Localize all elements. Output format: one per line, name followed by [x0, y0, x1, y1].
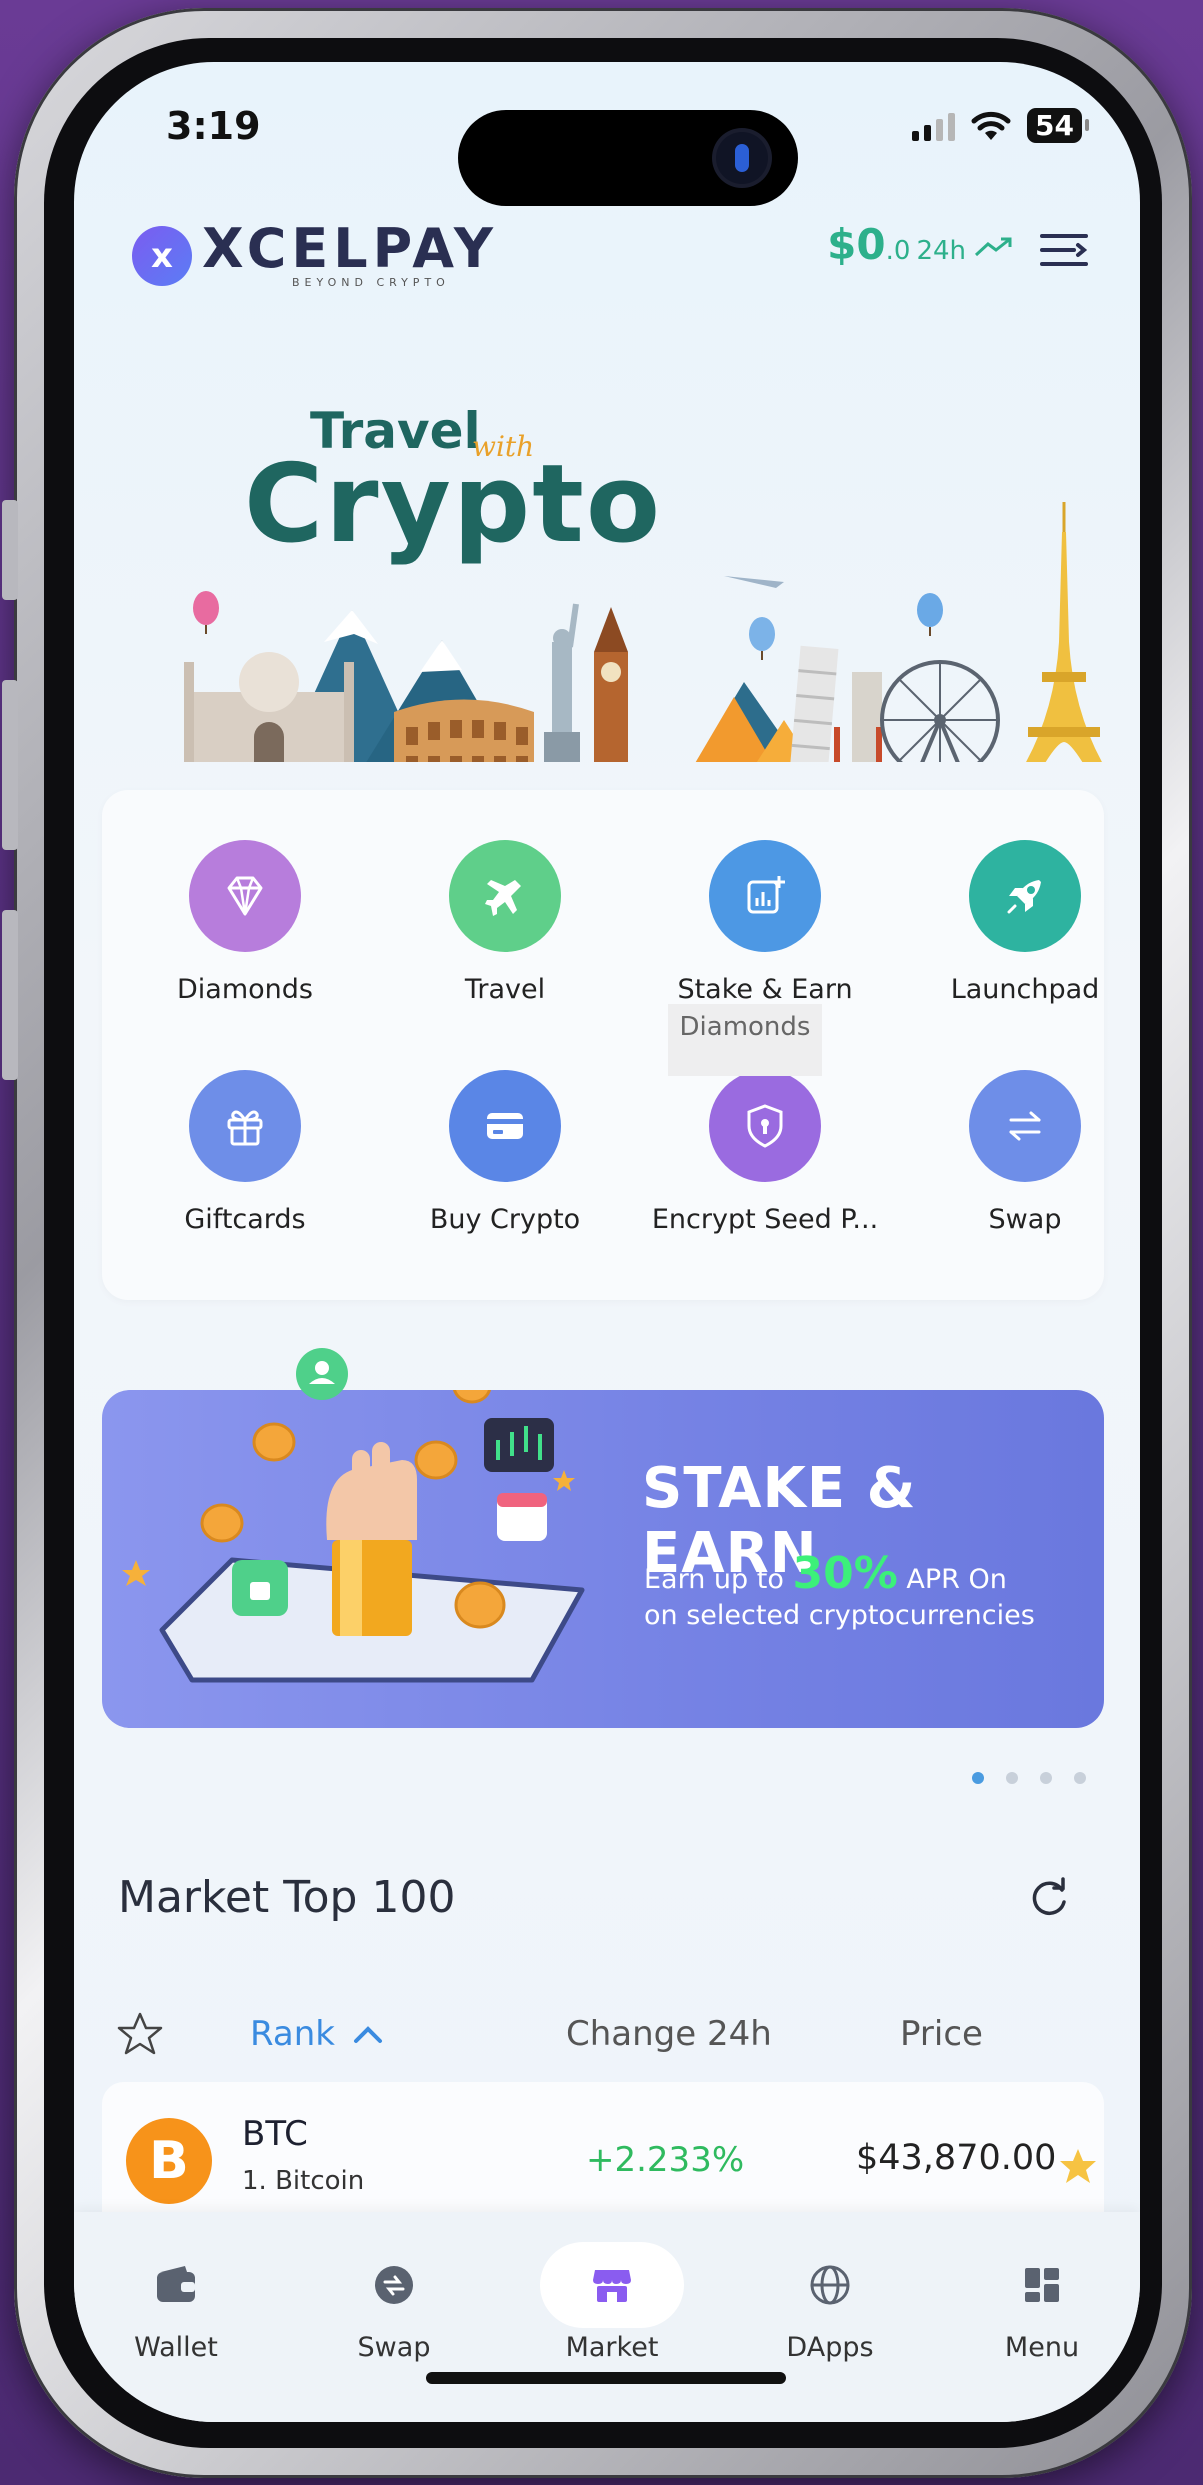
nav-menu[interactable]: Menu [962, 2242, 1122, 2363]
grid-icon [1025, 2268, 1059, 2302]
app-logo[interactable]: x XCELPAY BEYOND CRYPTO [132, 222, 498, 289]
action-stake-earn[interactable]: Stake & Earn [640, 840, 890, 1005]
shield-icon [709, 1070, 821, 1182]
action-label: Launchpad [950, 974, 1100, 1005]
nav-dapps[interactable]: DApps [750, 2242, 910, 2363]
hero-title-crypto: Crypto [244, 442, 663, 567]
gift-icon [189, 1070, 301, 1182]
chart-plus-icon [709, 840, 821, 952]
app-screen: 3:19 54 x XCELPAY BEYOND CRYPTO $0 .0 24… [74, 62, 1140, 2422]
bottom-navigation: Wallet Swap Market DApps Menu [74, 2212, 1140, 2422]
star-filled-icon[interactable] [1058, 2146, 1098, 2186]
diamond-icon [189, 840, 301, 952]
action-launchpad[interactable]: Launchpad [900, 840, 1140, 1005]
nav-wallet[interactable]: Wallet [96, 2242, 256, 2363]
nav-market[interactable]: Market [532, 2242, 692, 2363]
logo-mark-icon: x [132, 225, 192, 286]
balance-24h[interactable]: $0 .0 24h [827, 220, 1014, 269]
carousel-dot[interactable] [1074, 1772, 1086, 1784]
coin-name: 1. Bitcoin [242, 2166, 365, 2196]
tooltip: Diamonds [668, 1004, 822, 1076]
cellular-signal-icon [912, 111, 956, 141]
nav-label: DApps [786, 2332, 874, 2363]
carousel-dot[interactable] [1040, 1772, 1052, 1784]
action-label: Giftcards [184, 1204, 306, 1235]
home-indicator[interactable] [426, 2372, 786, 2384]
coin-price: $43,870.00 [856, 2138, 1057, 2178]
action-giftcards[interactable]: Giftcards [120, 1070, 370, 1235]
market-title: Market Top 100 [118, 1872, 456, 1923]
globe-icon [810, 2265, 850, 2305]
action-swap[interactable]: Swap [900, 1070, 1140, 1235]
carousel-dot[interactable] [1006, 1772, 1018, 1784]
action-label: Swap [988, 1204, 1062, 1235]
sort-price[interactable]: Price [900, 2014, 983, 2054]
chevron-up-icon [353, 2026, 382, 2043]
stake-percent: 30% [792, 1548, 898, 1599]
stake-line2: on selected cryptocurrencies [644, 1600, 1035, 1631]
action-label: Diamonds [177, 974, 313, 1005]
status-time: 3:19 [166, 104, 261, 148]
stake-earn-banner[interactable]: STAKE & EARN Earn up to 30% APR On on se… [102, 1390, 1104, 1728]
action-encrypt-seed[interactable]: Encrypt Seed P... [640, 1070, 890, 1235]
coin-symbol: BTC [242, 2114, 308, 2154]
volume-up-button [2, 680, 18, 850]
trend-up-icon [974, 237, 1012, 257]
carousel-dot[interactable] [972, 1772, 984, 1784]
airplane-icon [449, 840, 561, 952]
swap-arrows-icon [969, 1070, 1081, 1182]
user-badge-icon [296, 1348, 348, 1400]
rocket-icon [969, 840, 1081, 952]
nav-label: Swap [357, 2332, 431, 2363]
stake-line1-suffix: APR On [906, 1564, 1007, 1595]
wifi-icon [971, 111, 1011, 140]
balance-amount: $0 [827, 220, 886, 269]
action-travel[interactable]: Travel [380, 840, 630, 1005]
wallet-icon [157, 2266, 195, 2302]
dynamic-island [458, 110, 798, 206]
stake-subtitle: Earn up to 30% APR On on selected crypto… [644, 1552, 1035, 1634]
coin-change-24h: +2.233% [586, 2140, 745, 2180]
market-table-header: Rank Change 24h Price [102, 1992, 1104, 2078]
front-camera [716, 132, 768, 184]
star-outline-icon[interactable] [116, 2010, 164, 2058]
carousel-pagination[interactable] [972, 1772, 1086, 1784]
travel-with-crypto-banner[interactable]: Travel with Crypto [124, 342, 1124, 762]
status-icons: 54 [912, 108, 1089, 143]
logo-name: XCELPAY [202, 217, 498, 280]
mute-switch [2, 500, 18, 600]
stake-illustration [122, 1390, 585, 1683]
action-diamonds[interactable]: Diamonds [120, 840, 370, 1005]
sort-rank[interactable]: Rank [250, 2014, 384, 2054]
action-label: Travel [464, 974, 546, 1005]
bitcoin-logo-icon: B [126, 2118, 212, 2204]
stake-line1-prefix: Earn up to [644, 1564, 784, 1595]
nav-swap[interactable]: Swap [314, 2242, 474, 2363]
store-icon [593, 2270, 631, 2302]
action-label: Stake & Earn [677, 974, 853, 1005]
action-label: Buy Crypto [429, 1204, 581, 1235]
nav-label: Menu [1004, 2332, 1080, 2363]
swap-icon [375, 2266, 413, 2304]
balance-decimal: .0 [885, 236, 911, 266]
action-buy-crypto[interactable]: Buy Crypto [380, 1070, 630, 1235]
battery-indicator: 54 [1027, 108, 1089, 143]
menu-icon[interactable] [1040, 230, 1088, 270]
volume-down-button [2, 910, 18, 1080]
nav-label: Wallet [134, 2332, 218, 2363]
nav-label: Market [565, 2332, 659, 2363]
refresh-icon[interactable] [1026, 1876, 1072, 1922]
sort-change-24h[interactable]: Change 24h [566, 2014, 772, 2054]
rank-header-label: Rank [250, 2014, 335, 2054]
balance-period: 24h [916, 236, 966, 266]
card-icon [449, 1070, 561, 1182]
action-label: Encrypt Seed P... [651, 1204, 879, 1235]
logo-tagline: BEYOND CRYPTO [292, 276, 450, 289]
